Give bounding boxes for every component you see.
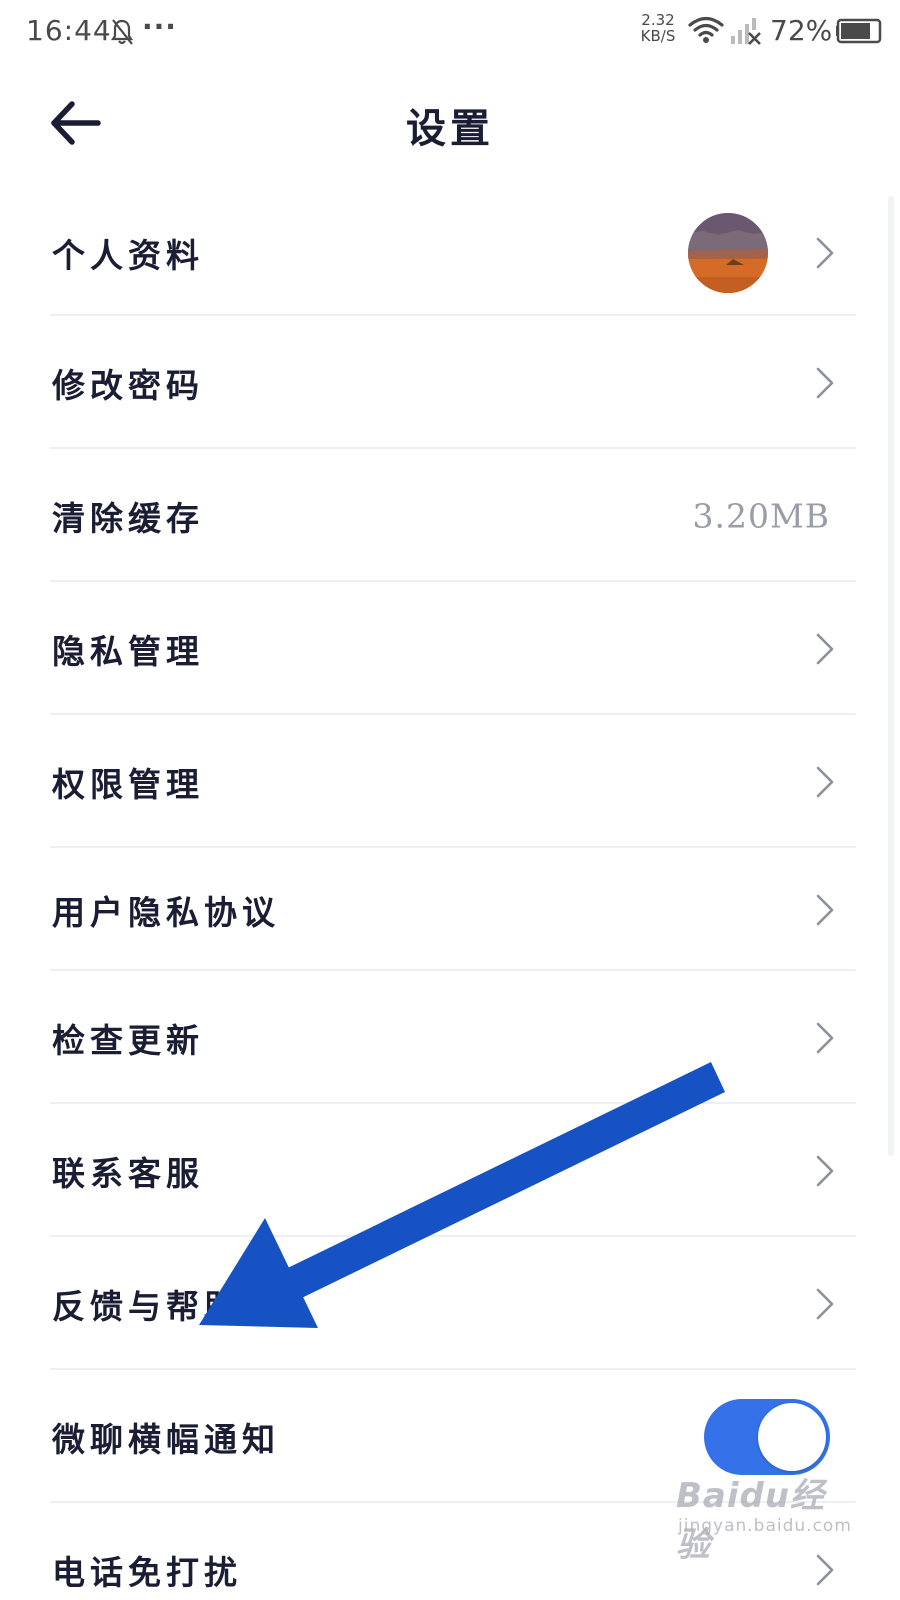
settings-item-clear-cache[interactable]: 清除缓存 3.20MB <box>0 449 900 582</box>
chevron-right-icon <box>816 367 834 398</box>
chevron-right-icon <box>816 237 834 269</box>
battery-percent: 72% <box>770 14 833 47</box>
page-title: 设置 <box>406 105 494 152</box>
settings-item-label: 隐私管理 <box>52 631 204 671</box>
chevron-right-icon <box>816 1288 834 1319</box>
avatar <box>688 213 768 293</box>
status-bar: 16:44 ··· 2.32 KB/S 72% <box>0 0 900 66</box>
chevron-right-icon <box>816 894 834 925</box>
settings-item-profile[interactable]: 个人资料 <box>0 190 900 316</box>
settings-item-label: 个人资料 <box>52 236 204 275</box>
more-notifications-icon: ··· <box>142 10 177 43</box>
settings-item-label: 清除缓存 <box>52 498 204 538</box>
wifi-icon <box>688 16 724 43</box>
banner-notification-toggle[interactable] <box>704 1398 830 1475</box>
toggle-knob <box>758 1402 826 1471</box>
settings-item-permissions[interactable]: 权限管理 <box>0 715 900 848</box>
annotation-arrow-icon <box>199 1062 725 1328</box>
signal-off-icon <box>731 18 761 45</box>
settings-item-label: 权限管理 <box>52 764 204 804</box>
settings-item-privacy-agreement[interactable]: 用户隐私协议 <box>0 848 900 971</box>
settings-screen: 16:44 ··· 2.32 KB/S 72% 设置 个人资料 修改密码 清除缓… <box>0 0 900 1600</box>
chevron-right-icon <box>816 1022 834 1053</box>
chevron-right-icon <box>816 633 834 664</box>
status-time: 16:44 <box>26 14 112 47</box>
network-speed-unit: KB/S <box>640 27 676 45</box>
bell-muted-icon <box>110 19 134 45</box>
battery-icon <box>836 18 882 44</box>
chevron-right-icon <box>816 766 834 797</box>
settings-item-label: 电话免打扰 <box>52 1552 242 1592</box>
network-speed-value: 2.32 <box>641 11 675 29</box>
baidu-watermark: Baidu经验 jingyan.baidu.com <box>676 1468 856 1565</box>
settings-item-change-password[interactable]: 修改密码 <box>0 316 900 449</box>
settings-item-label: 微聊横幅通知 <box>52 1419 280 1459</box>
chevron-right-icon <box>816 1155 834 1186</box>
network-speed: 2.32 KB/S <box>636 12 680 44</box>
header-bar: 设置 <box>0 70 900 180</box>
watermark-url: jingyan.baidu.com <box>678 1516 852 1536</box>
settings-item-label: 修改密码 <box>52 365 204 405</box>
settings-item-label: 用户隐私协议 <box>52 892 280 932</box>
cache-size-value: 3.20MB <box>692 496 830 535</box>
settings-item-privacy[interactable]: 隐私管理 <box>0 582 900 715</box>
settings-list: 个人资料 修改密码 清除缓存 3.20MB 隐私管理 权限管理 用户隐私协议 检… <box>0 190 900 1600</box>
